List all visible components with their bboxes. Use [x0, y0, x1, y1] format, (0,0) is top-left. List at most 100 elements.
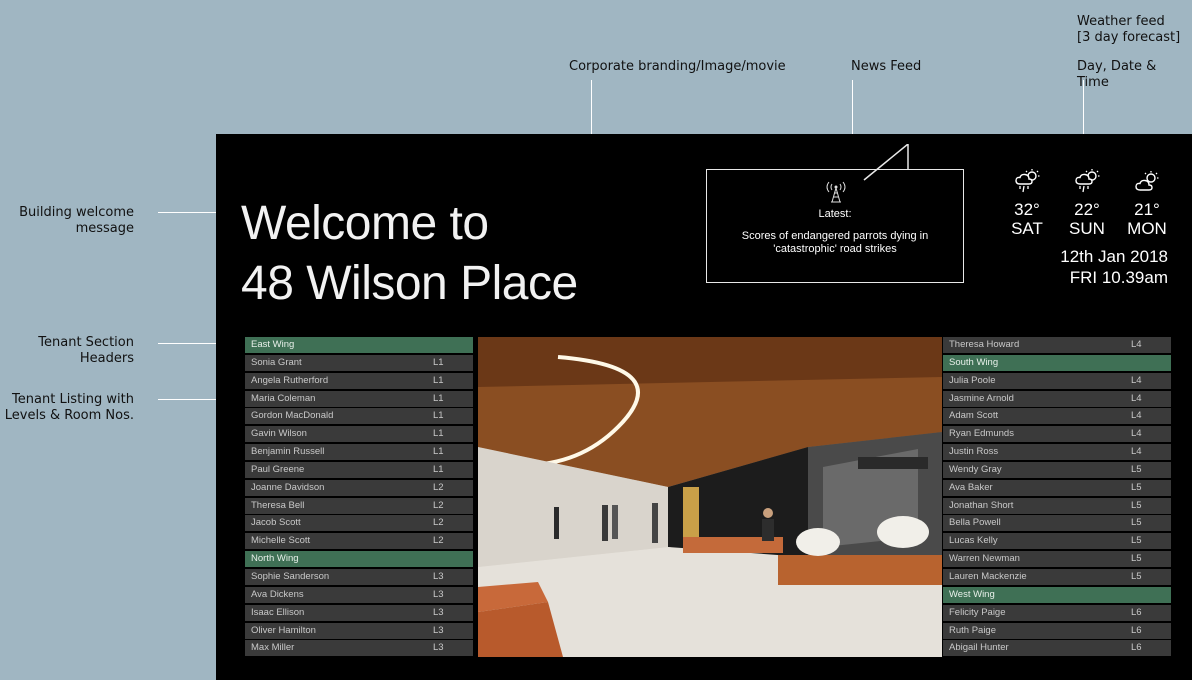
tenant-row: Oliver Hamilton L3: [245, 622, 473, 639]
tenant-level: L1: [433, 356, 444, 368]
tenant-name: Ruth Paige: [949, 624, 997, 636]
tenant-row: Joanne Davidson L2: [245, 479, 473, 496]
weather-temp-1: 32°: [1014, 200, 1040, 219]
annotation-day-date-time: Day, Date & Time: [1077, 59, 1157, 90]
annotation-tenant-listing: Tenant Listing with Levels & Room Nos.: [4, 392, 134, 423]
tenant-name: Oliver Hamilton: [251, 624, 316, 636]
tenant-row: Ava Dickens L3: [245, 586, 473, 603]
section-header-label: West Wing: [949, 588, 995, 600]
tenant-name: Sophie Sanderson: [251, 570, 330, 582]
tenant-row: Jonathan Short L5: [943, 497, 1171, 514]
tenant-name: Lauren Mackenzie: [949, 570, 1027, 582]
tenant-level: L3: [433, 606, 444, 618]
tenant-row: Jacob Scott L2: [245, 515, 473, 532]
weather-day-label-2: SUN: [1069, 219, 1105, 238]
annotation-news-feed: News Feed: [851, 59, 922, 74]
tenant-name: Gordon MacDonald: [251, 410, 334, 422]
section-header-label: North Wing: [251, 553, 299, 565]
tenant-name: Lucas Kelly: [949, 535, 998, 547]
annotation-corporate: Corporate branding/Image/movie: [569, 59, 786, 74]
tenant-row: Lucas Kelly L5: [943, 533, 1171, 550]
tenant-name: Ryan Edmunds: [949, 428, 1014, 440]
tenant-level: L5: [1131, 553, 1142, 565]
tenant-name: Maria Coleman: [251, 392, 316, 404]
tenant-row: Michelle Scott L2: [245, 533, 473, 550]
tenant-row: Gordon MacDonald L1: [245, 408, 473, 425]
tenant-name: Theresa Bell: [251, 499, 305, 511]
tenant-level: L5: [1131, 517, 1142, 529]
tenant-level: L5: [1131, 481, 1142, 493]
tenant-level: L5: [1131, 499, 1142, 511]
tenant-row: Benjamin Russell L1: [245, 444, 473, 461]
tenant-level: L4: [1131, 374, 1142, 386]
tenant-level: L4: [1131, 446, 1142, 458]
news-latest-label: Latest:: [818, 208, 852, 220]
tenant-row: Ryan Edmunds L4: [943, 426, 1171, 443]
tenant-level: L6: [1131, 642, 1142, 654]
tenant-name: Felicity Paige: [949, 606, 1006, 618]
welcome-line-1: Welcome to: [241, 197, 489, 250]
tenant-row: Bella Powell L5: [943, 515, 1171, 532]
annotation-weather-feed-sub: [3 day forecast]: [1077, 30, 1181, 45]
annotation-weather-feed: Weather feed [3 day forecast]: [1077, 14, 1180, 46]
tenant-row: Isaac Ellison L3: [245, 604, 473, 621]
tenant-list-right: Theresa Howard L4 South Wing Julia Poole L4 J…: [943, 337, 1171, 658]
tenant-section-header: East Wing: [245, 337, 473, 353]
tenant-name: Jacob Scott: [251, 517, 301, 529]
date-time: 12th Jan 2018 FRI 10.39am: [1060, 246, 1168, 288]
annotation-tenant-headers: Tenant Section Headers: [38, 335, 134, 366]
weather-day-2: 22° SUN: [1057, 168, 1117, 238]
signage-screen: Welcome to 48 Wilson Place Latest: Score…: [216, 134, 1192, 680]
tenant-level: L6: [1131, 624, 1142, 636]
tenant-name: Benjamin Russell: [251, 446, 325, 458]
tenant-level: L1: [433, 428, 444, 440]
tenant-name: Wendy Gray: [949, 463, 1002, 475]
tenant-level: L2: [433, 481, 444, 493]
partly-cloudy-icon: [1117, 168, 1177, 200]
tenant-row: Theresa Howard L4: [943, 337, 1171, 353]
tenant-name: Ava Baker: [949, 481, 993, 493]
tenant-level: L4: [1131, 410, 1142, 422]
tenant-name: Justin Ross: [949, 446, 999, 458]
tenant-name: Bella Powell: [949, 517, 1001, 529]
tenant-name: Julia Poole: [949, 374, 996, 386]
tenant-level: L4: [1131, 428, 1142, 440]
tenant-level: L1: [433, 410, 444, 422]
tenant-row: Gavin Wilson L1: [245, 426, 473, 443]
broadcast-tower-icon: [824, 178, 848, 207]
news-feed: Latest: Scores of endangered parrots dyi…: [706, 169, 964, 283]
tenant-section-header: West Wing: [943, 586, 1171, 603]
tenant-row: Julia Poole L4: [943, 372, 1171, 389]
tenant-name: Warren Newman: [949, 553, 1020, 565]
welcome-message: Welcome to 48 Wilson Place: [241, 194, 578, 314]
corporate-lobby-image: [478, 337, 942, 657]
tenant-row: Warren Newman L5: [943, 551, 1171, 568]
thunderstorm-icon: [1057, 168, 1117, 200]
weather-temp-3: 21°: [1134, 200, 1160, 219]
tenant-row: Jasmine Arnold L4: [943, 390, 1171, 407]
tenant-level: L3: [433, 624, 444, 636]
tenant-name: Gavin Wilson: [251, 428, 307, 440]
section-header-label: East Wing: [251, 339, 295, 350]
tenant-level: L2: [433, 535, 444, 547]
tenant-row: Ruth Paige L6: [943, 622, 1171, 639]
tenant-level: L6: [1131, 606, 1142, 618]
weather-day-label-1: SAT: [1011, 219, 1043, 238]
tenant-section-header: South Wing: [943, 354, 1171, 371]
tenant-row: Maria Coleman L1: [245, 390, 473, 407]
tenant-row: Sophie Sanderson L3: [245, 568, 473, 585]
tenant-section-header: North Wing: [245, 551, 473, 568]
tenant-level: L5: [1131, 535, 1142, 547]
tenant-row: Wendy Gray L5: [943, 461, 1171, 478]
current-date: 12th Jan 2018: [1060, 247, 1168, 266]
tenant-level: L3: [433, 588, 444, 600]
annotation-weather-feed-title: Weather feed: [1077, 14, 1165, 29]
tenant-level: L5: [1131, 463, 1142, 475]
tenant-name: Abigail Hunter: [949, 642, 1009, 654]
thunderstorm-icon: [997, 168, 1057, 200]
weather-temp-2: 22°: [1074, 200, 1100, 219]
annotation-building-welcome: Building welcome message: [19, 205, 134, 236]
tenant-row: Ava Baker L5: [943, 479, 1171, 496]
tenant-level: L2: [433, 499, 444, 511]
tenant-name: Ava Dickens: [251, 588, 304, 600]
